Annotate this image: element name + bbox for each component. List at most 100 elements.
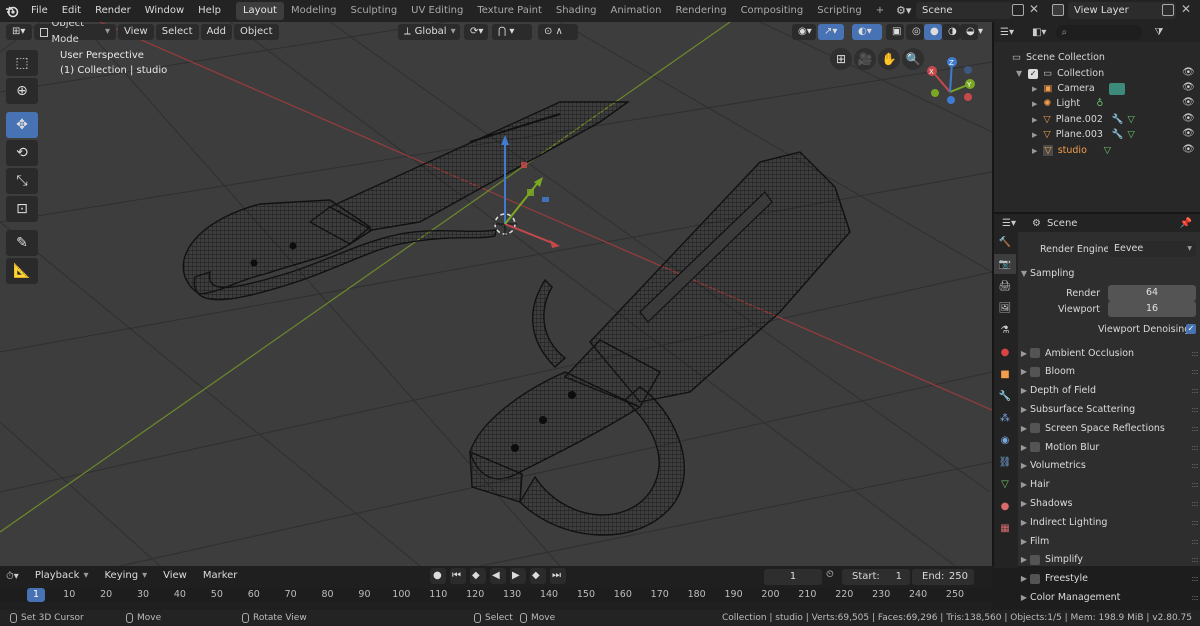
visibility-eye-icon[interactable]: 👁	[1182, 97, 1195, 108]
add-workspace-button[interactable]: +	[869, 2, 891, 20]
transform-tool[interactable]: ⊡	[6, 196, 38, 222]
zoom-view-button[interactable]: 🔍	[902, 48, 924, 70]
clock-icon[interactable]: ⏲	[826, 569, 834, 580]
section-simplify[interactable]: ▶ Simplify::::	[1018, 551, 1200, 569]
add-menu[interactable]: Add	[200, 24, 232, 40]
scale-tool[interactable]: ⤡	[6, 168, 38, 194]
section-sampling[interactable]: ▼ Sampling	[1018, 264, 1200, 282]
outliner-item-plane-002[interactable]: ▶ ▽ Plane.002 🔧 ▽	[1032, 112, 1200, 127]
navigation-gizmo[interactable]: X Y Z	[927, 57, 975, 104]
menu-window[interactable]: Window	[138, 0, 191, 22]
camera-view-button[interactable]: ⊞	[830, 48, 852, 70]
viewport-samples-field[interactable]: 16	[1108, 301, 1196, 317]
shading-material[interactable]: ◑	[942, 24, 960, 40]
record-button[interactable]: ●	[430, 568, 446, 584]
playback-menu[interactable]: Playback ▾	[29, 568, 95, 584]
filter-icon[interactable]: ⧩	[1154, 27, 1163, 38]
expand-icon[interactable]: ▶	[1032, 100, 1037, 108]
viewport-denoising-checkbox[interactable]: ✓	[1186, 324, 1196, 334]
current-frame-field[interactable]: 1	[764, 569, 822, 585]
tab-animation[interactable]: Animation	[604, 2, 669, 20]
object-menu[interactable]: Object	[233, 24, 279, 40]
select-menu[interactable]: Select	[155, 24, 199, 40]
timeline-editor-icon[interactable]: ⏱▾	[6, 571, 19, 582]
visibility-dropdown[interactable]: ◉▾	[792, 24, 816, 40]
marker-menu[interactable]: Marker	[197, 568, 244, 584]
drag-handle-icon[interactable]: ::::	[1191, 480, 1199, 489]
toggle-camera-button[interactable]: 🎥	[854, 48, 876, 70]
gizmo-toggle[interactable]: ↗▾	[818, 24, 844, 40]
outliner-editor-icon[interactable]: ☰▾	[1000, 27, 1014, 38]
viewport-canvas[interactable]: X Y Z	[0, 22, 992, 566]
render-engine-dropdown[interactable]: Eevee ▾	[1108, 241, 1196, 257]
pan-view-button[interactable]: ✋	[878, 48, 900, 70]
tab-physics[interactable]: ◉	[994, 430, 1016, 450]
tab-render[interactable]: 📷	[994, 254, 1016, 274]
end-frame-field[interactable]: End: 250	[912, 569, 974, 585]
drag-handle-icon[interactable]: ::::	[1191, 574, 1199, 583]
section-film[interactable]: ▶ Film::::	[1018, 532, 1200, 550]
menu-render[interactable]: Render	[88, 0, 138, 22]
render-samples-field[interactable]: 64	[1108, 285, 1196, 301]
tab-output[interactable]: 🖨	[994, 276, 1016, 296]
expand-icon[interactable]: ▼	[1016, 69, 1022, 78]
transform-orientation-dropdown[interactable]: ⟂ Global ▾	[398, 24, 460, 40]
tab-object-data[interactable]: ▽	[994, 474, 1016, 494]
section-enable-checkbox[interactable]	[1030, 348, 1040, 358]
section-bloom[interactable]: ▶ Bloom::::	[1018, 363, 1200, 381]
outliner-item-light[interactable]: ▶ ✺ Light ♁	[1032, 96, 1200, 111]
shading-rendered[interactable]: ◒	[960, 24, 978, 40]
shading-options[interactable]: ▾	[978, 24, 990, 40]
xray-toggle[interactable]: ▣	[886, 24, 904, 40]
delete-scene-icon[interactable]: ✕	[1029, 2, 1039, 16]
next-keyframe-button[interactable]: ◆	[530, 568, 546, 584]
visibility-eye-icon[interactable]: 👁	[1182, 113, 1195, 124]
section-shadows[interactable]: ▶ Shadows::::	[1018, 494, 1200, 512]
play-button[interactable]: ▶	[510, 568, 526, 584]
section-freestyle[interactable]: ▶ Freestyle::::	[1018, 570, 1200, 588]
editor-type-button[interactable]: ⊞▾	[6, 24, 32, 40]
view-layer-selector[interactable]: View Layer	[1068, 2, 1176, 19]
tab-compositing[interactable]: Compositing	[734, 2, 811, 20]
3d-viewport[interactable]: X Y Z ⊞▾ Object Mode ▾ View Select Add Ob…	[0, 22, 992, 566]
prev-keyframe-button[interactable]: ◆	[470, 568, 486, 584]
drag-handle-icon[interactable]: ::::	[1191, 518, 1199, 527]
tab-tool[interactable]: 🔨	[994, 232, 1016, 252]
jump-start-button[interactable]: ⏮	[450, 568, 466, 584]
tab-modeling[interactable]: Modeling	[284, 2, 344, 20]
visibility-eye-icon[interactable]: 👁	[1182, 128, 1195, 139]
drag-handle-icon[interactable]: ::::	[1191, 424, 1199, 433]
display-mode-icon[interactable]: ◧▾	[1032, 27, 1046, 38]
move-tool[interactable]: ✥	[6, 112, 38, 138]
tab-material[interactable]: ●	[994, 496, 1016, 516]
outliner-item-studio[interactable]: ▶ ▽ studio ▽	[1032, 143, 1200, 158]
select-box-tool[interactable]: ⬚	[6, 50, 38, 76]
drag-handle-icon[interactable]: ::::	[1191, 443, 1199, 452]
scene-selector-icon[interactable]: ⚙▾	[896, 4, 911, 17]
outliner-item-camera[interactable]: ▶ ▣ Camera	[1032, 81, 1200, 96]
tab-world[interactable]: ●	[994, 342, 1016, 362]
section-motion-blur[interactable]: ▶ Motion Blur::::	[1018, 438, 1200, 456]
menu-edit[interactable]: Edit	[55, 0, 88, 22]
drag-handle-icon[interactable]: ::::	[1191, 593, 1199, 602]
tab-modifiers[interactable]: 🔧	[994, 386, 1016, 406]
expand-icon[interactable]: ▶	[1032, 147, 1037, 155]
annotate-tool[interactable]: ✎	[6, 230, 38, 256]
tab-sculpting[interactable]: Sculpting	[343, 2, 404, 20]
expand-icon[interactable]: ▶	[1032, 85, 1037, 93]
delete-view-layer-icon[interactable]: ✕	[1181, 2, 1191, 16]
section-enable-checkbox[interactable]	[1030, 423, 1040, 434]
section-enable-checkbox[interactable]	[1030, 573, 1040, 584]
section-color-management[interactable]: ▶ Color Management::::	[1018, 588, 1200, 606]
tab-constraints[interactable]: ⛓	[994, 452, 1016, 472]
checkbox-icon[interactable]: ✓	[1028, 68, 1039, 79]
section-hair[interactable]: ▶ Hair::::	[1018, 476, 1200, 494]
section-screen-space-reflections[interactable]: ▶ Screen Space Reflections::::	[1018, 419, 1200, 437]
measure-tool[interactable]: 📐	[6, 258, 38, 284]
rotate-tool[interactable]: ⟲	[6, 140, 38, 166]
scene-selector[interactable]: Scene	[916, 2, 1012, 19]
section-enable-checkbox[interactable]	[1030, 554, 1040, 565]
play-reverse-button[interactable]: ◀	[490, 568, 506, 584]
tab-particles[interactable]: ⁂	[994, 408, 1016, 428]
tab-layout[interactable]: Layout	[235, 2, 284, 20]
